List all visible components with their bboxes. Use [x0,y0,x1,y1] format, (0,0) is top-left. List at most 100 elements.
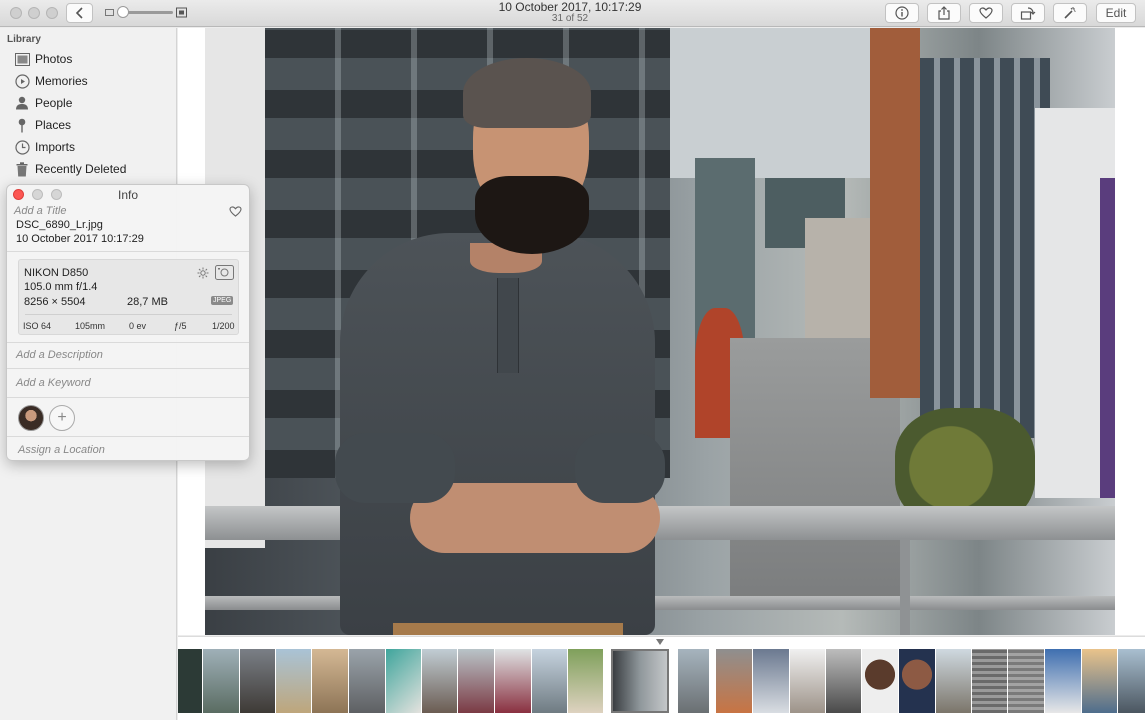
sidebar-item-label: Imports [35,140,76,154]
add-person-button[interactable]: + [49,405,75,431]
sidebar-item-places[interactable]: Places [14,115,71,135]
exif-exposure-value: 0 ev [129,321,147,331]
filmstrip-thumbnail[interactable] [276,649,311,713]
minimize-window-button[interactable] [28,7,40,19]
add-keyword-field[interactable]: Add a Keyword [16,377,91,389]
memories-icon [14,73,30,89]
magic-wand-icon [1064,7,1076,19]
filmstrip-thumbnail[interactable] [1045,649,1081,713]
photo-datetime: 10 October 2017 10:17:29 [16,233,144,245]
metering-icon [197,267,209,279]
photos-icon [14,51,30,67]
current-photo-marker [656,639,664,645]
share-icon [938,6,950,20]
format-badge: JPEG [211,296,234,305]
info-title: Info [117,188,138,202]
divider [25,314,232,315]
filmstrip[interactable] [178,636,1145,720]
main-photo[interactable] [205,28,1115,635]
filmstrip-thumbnail[interactable] [458,649,494,713]
filmstrip-thumbnail[interactable] [1008,649,1044,713]
image-dimensions: 8256 × 5504 [24,296,86,308]
filmstrip-thumbnail[interactable] [972,649,1007,713]
filmstrip-thumbnail[interactable] [386,649,421,713]
places-icon [14,117,30,133]
assign-location-field[interactable]: Assign a Location [18,444,105,456]
photo-viewer[interactable] [178,28,1145,635]
sidebar-item-label: Memories [35,74,88,88]
zoom-in-icon[interactable] [176,7,187,18]
sidebar-item-recently-deleted[interactable]: Recently Deleted [14,159,126,179]
filmstrip-thumbnail[interactable] [1118,649,1145,713]
divider [7,397,249,398]
exif-focal-length: 105mm [75,321,106,331]
add-title-field[interactable]: Add a Title [14,205,67,217]
sidebar-item-people[interactable]: People [14,93,72,113]
divider [7,368,249,369]
info-button[interactable] [885,3,919,23]
sidebar-item-imports[interactable]: Imports [14,137,75,157]
filmstrip-thumbnail[interactable] [899,649,935,713]
filmstrip-thumbnail[interactable] [568,649,603,713]
filmstrip-thumbnail[interactable] [826,649,861,713]
trash-icon [14,161,30,177]
auto-enhance-button[interactable] [1053,3,1087,23]
favorite-heart-icon[interactable] [229,206,242,217]
back-button[interactable] [66,3,93,23]
photo-position: 31 of 52 [551,13,589,24]
filmstrip-thumbnail[interactable] [716,649,752,713]
exif-shutter-speed: 1/200 [212,321,235,331]
rotate-icon [1020,7,1036,20]
sidebar-item-photos[interactable]: Photos [14,49,72,69]
plus-icon: + [57,409,67,426]
info-panel: Info Add a Title DSC_6890_Lr.jpg 10 Octo… [6,184,250,461]
camera-mode-icon [215,265,234,280]
filmstrip-thumbnail[interactable] [312,649,348,713]
people-icon [14,95,30,111]
filmstrip-thumbnail[interactable] [203,649,239,713]
zoom-window-button[interactable] [46,7,58,19]
sidebar-item-label: Places [35,118,72,132]
filmstrip-thumbnail[interactable] [678,649,709,713]
person-face-avatar[interactable] [18,405,44,431]
filmstrip-thumbnail[interactable] [532,649,567,713]
exif-aperture: ƒ/5 [174,321,187,331]
edit-button[interactable]: Edit [1096,3,1136,23]
filmstrip-thumbnail[interactable] [240,649,275,713]
sidebar-item-label: Recently Deleted [35,162,127,176]
filmstrip-thumbnail[interactable] [495,649,531,713]
favorite-button[interactable] [969,3,1003,23]
filmstrip-thumbnail[interactable] [936,649,971,713]
divider [7,342,249,343]
toolbar: 10 October 2017, 10:17:29 31 of 52 Edit [0,0,1145,27]
sidebar-item-memories[interactable]: Memories [14,71,88,91]
imports-icon [14,139,30,155]
divider [7,251,249,252]
zoom-out-icon[interactable] [105,8,114,17]
file-size: 28,7 MB [127,296,168,308]
heart-icon [979,7,993,19]
filmstrip-thumbnail[interactable] [422,649,457,713]
filmstrip-thumbnail[interactable] [862,649,898,713]
file-name: DSC_6890_Lr.jpg [16,219,103,231]
camera-model: NIKON D850 [24,267,89,279]
filmstrip-thumbnail[interactable] [178,649,202,713]
add-description-field[interactable]: Add a Description [16,349,103,361]
zoom-slider-knob[interactable] [117,6,129,18]
lens-info: 105.0 mm f/1.4 [24,281,98,293]
camera-details: NIKON D850 105.0 mm f/1.4 8256 × 5504 28… [18,259,239,335]
divider [7,436,249,437]
rotate-button[interactable] [1011,3,1045,23]
close-window-button[interactable] [10,7,22,19]
filmstrip-thumbnail-selected[interactable] [611,649,669,713]
filmstrip-thumbnail[interactable] [790,649,825,713]
filmstrip-thumbnail[interactable] [1082,649,1117,713]
share-button[interactable] [927,3,961,23]
filmstrip-thumbnail[interactable] [753,649,789,713]
sidebar-item-label: People [35,96,73,110]
filmstrip-thumbnail[interactable] [349,649,385,713]
window-title: 10 October 2017, 10:17:29 [498,0,642,14]
info-icon [895,6,909,20]
exif-iso: ISO 64 [23,321,52,331]
back-chevron-icon [75,7,83,19]
